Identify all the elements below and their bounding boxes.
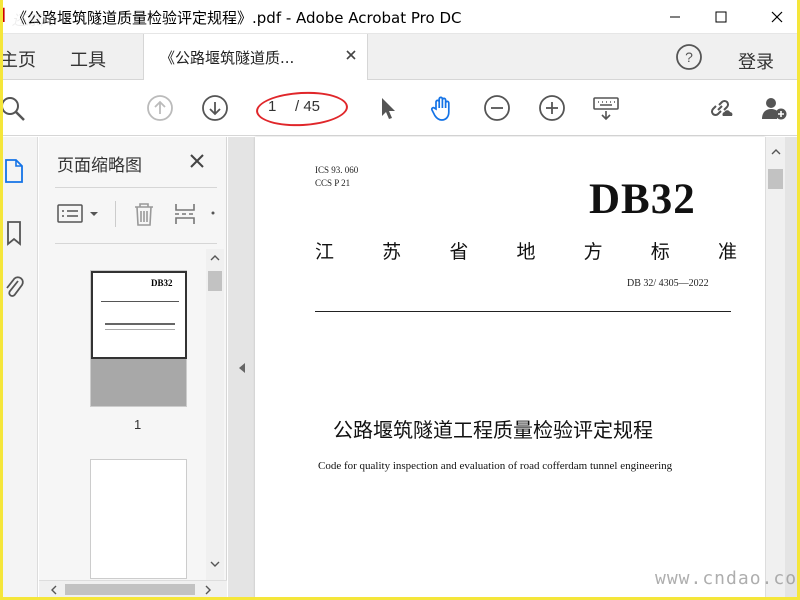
more-tools-icon[interactable] xyxy=(211,211,215,215)
keyboard-icon[interactable] xyxy=(592,94,620,122)
horizontal-scroll-thumb[interactable] xyxy=(65,584,195,595)
thumbnails-panel: 页面缩略图 DB32 1 xyxy=(39,137,227,600)
collapse-panel-icon[interactable] xyxy=(238,362,246,374)
hand-tool-icon[interactable] xyxy=(428,94,456,122)
add-user-icon[interactable] xyxy=(760,94,788,122)
close-panel-icon[interactable] xyxy=(189,153,205,169)
page-indicator: / 45 xyxy=(259,93,343,121)
ics-block: ICS 93. 060 CCS P 21 xyxy=(315,164,358,190)
acrobat-app-icon: ▌ xyxy=(0,8,10,22)
title-bar: ▌ 《公路堰筑隧道质量检验评定规程》.pdf - Adobe Acrobat P… xyxy=(0,0,800,34)
window-title: 《公路堰筑隧道质量检验评定规程》.pdf - Adobe Acrobat Pro… xyxy=(12,9,462,27)
panel-divider-2 xyxy=(55,243,217,244)
scroll-thumb[interactable] xyxy=(208,271,222,291)
close-icon xyxy=(771,11,783,23)
thumbnails-horizontal-scrollbar[interactable] xyxy=(39,580,227,598)
corner-watermark: 还原网 xyxy=(12,13,54,29)
previous-page-icon[interactable] xyxy=(146,94,174,122)
thumbnail-tools xyxy=(55,199,225,231)
thumbnail-rule xyxy=(101,301,179,302)
std-char: 省 xyxy=(449,241,469,263)
attachment-icon[interactable] xyxy=(2,273,26,301)
std-char: 地 xyxy=(516,241,536,263)
toolbar xyxy=(0,80,800,136)
thumbnail-subtitle-line xyxy=(105,329,175,330)
standard-type-heading: 江 苏 省 地 方 标 准 xyxy=(315,237,737,264)
standard-code: DB 32/ 4305—2022 xyxy=(627,278,709,289)
share-link-icon[interactable] xyxy=(706,94,734,122)
scroll-left-icon[interactable] xyxy=(51,585,57,595)
delete-icon[interactable] xyxy=(131,201,157,227)
thumbnails-vertical-scrollbar[interactable] xyxy=(206,249,224,580)
tab-home[interactable]: 主页 xyxy=(0,46,36,72)
maximize-icon xyxy=(715,11,727,23)
header-rule xyxy=(315,311,731,312)
std-char: 方 xyxy=(583,241,603,263)
tab-tools[interactable]: 工具 xyxy=(70,46,106,72)
thumbnail-db-text: DB32 xyxy=(151,278,173,288)
document-viewer: ICS 93. 060 CCS P 21 DB32 江 苏 省 地 方 标 准 … xyxy=(228,137,800,600)
document-title-cn: 公路堰筑隧道工程质量检验评定规程 xyxy=(333,418,653,442)
page-thumbnails-icon[interactable] xyxy=(2,157,26,185)
help-icon[interactable]: ? xyxy=(675,43,703,71)
std-char: 标 xyxy=(650,241,670,263)
db-header: DB32 xyxy=(589,176,696,223)
panel-divider xyxy=(55,187,217,188)
doc-scroll-thumb[interactable] xyxy=(768,169,783,189)
close-window-button[interactable] xyxy=(752,0,800,34)
login-link[interactable]: 登录 xyxy=(738,48,774,74)
ics-line: ICS 93. 060 xyxy=(315,165,359,175)
left-navigation-rail xyxy=(0,137,38,600)
zoom-out-icon[interactable] xyxy=(483,94,511,122)
scroll-down-icon[interactable] xyxy=(210,561,220,567)
std-char: 江 xyxy=(315,241,335,263)
document-vertical-scrollbar[interactable] xyxy=(765,137,785,600)
std-char: 苏 xyxy=(382,241,402,263)
site-watermark: www.cndao.com xyxy=(655,568,800,589)
pdf-page: ICS 93. 060 CCS P 21 DB32 江 苏 省 地 方 标 准 … xyxy=(255,137,765,600)
tab-bar: 主页 工具 《公路堰筑隧道质... ? 登录 xyxy=(0,34,800,80)
page-total: / 45 xyxy=(295,98,321,115)
minimize-button[interactable] xyxy=(650,0,700,34)
thumbnail-lower-area xyxy=(91,359,186,406)
maximize-button[interactable] xyxy=(696,0,746,34)
doc-scroll-up-icon[interactable] xyxy=(771,149,781,155)
std-char: 准 xyxy=(717,241,737,263)
extract-pages-icon[interactable] xyxy=(173,201,199,227)
ccs-line: CCS P 21 xyxy=(315,178,351,188)
bookmark-icon[interactable] xyxy=(2,219,26,247)
zoom-in-icon[interactable] xyxy=(538,94,566,122)
tab-document[interactable]: 《公路堰筑隧道质... xyxy=(143,34,368,80)
thumbnail-options-menu-icon[interactable] xyxy=(57,203,101,225)
scroll-up-icon[interactable] xyxy=(210,255,220,261)
document-tab-label: 《公路堰筑隧道质... xyxy=(160,49,295,67)
thumbnail-title-line xyxy=(105,323,175,325)
page-number-input[interactable] xyxy=(259,93,289,119)
tools-divider xyxy=(115,201,116,227)
thumbnails-title: 页面缩略图 xyxy=(57,156,142,176)
document-title-en: Code for quality inspection and evaluati… xyxy=(318,460,673,472)
svg-text:?: ? xyxy=(685,49,693,65)
page-thumbnail-2[interactable] xyxy=(90,459,187,579)
next-page-icon[interactable] xyxy=(201,94,229,122)
page-thumbnail-1[interactable]: DB32 xyxy=(90,270,187,407)
close-tab-icon[interactable] xyxy=(345,49,357,61)
scroll-right-icon[interactable] xyxy=(205,585,211,595)
select-cursor-icon[interactable] xyxy=(374,94,402,122)
thumbnail-page-number: 1 xyxy=(134,417,142,432)
search-icon[interactable] xyxy=(0,94,28,122)
minimize-icon xyxy=(670,16,680,18)
